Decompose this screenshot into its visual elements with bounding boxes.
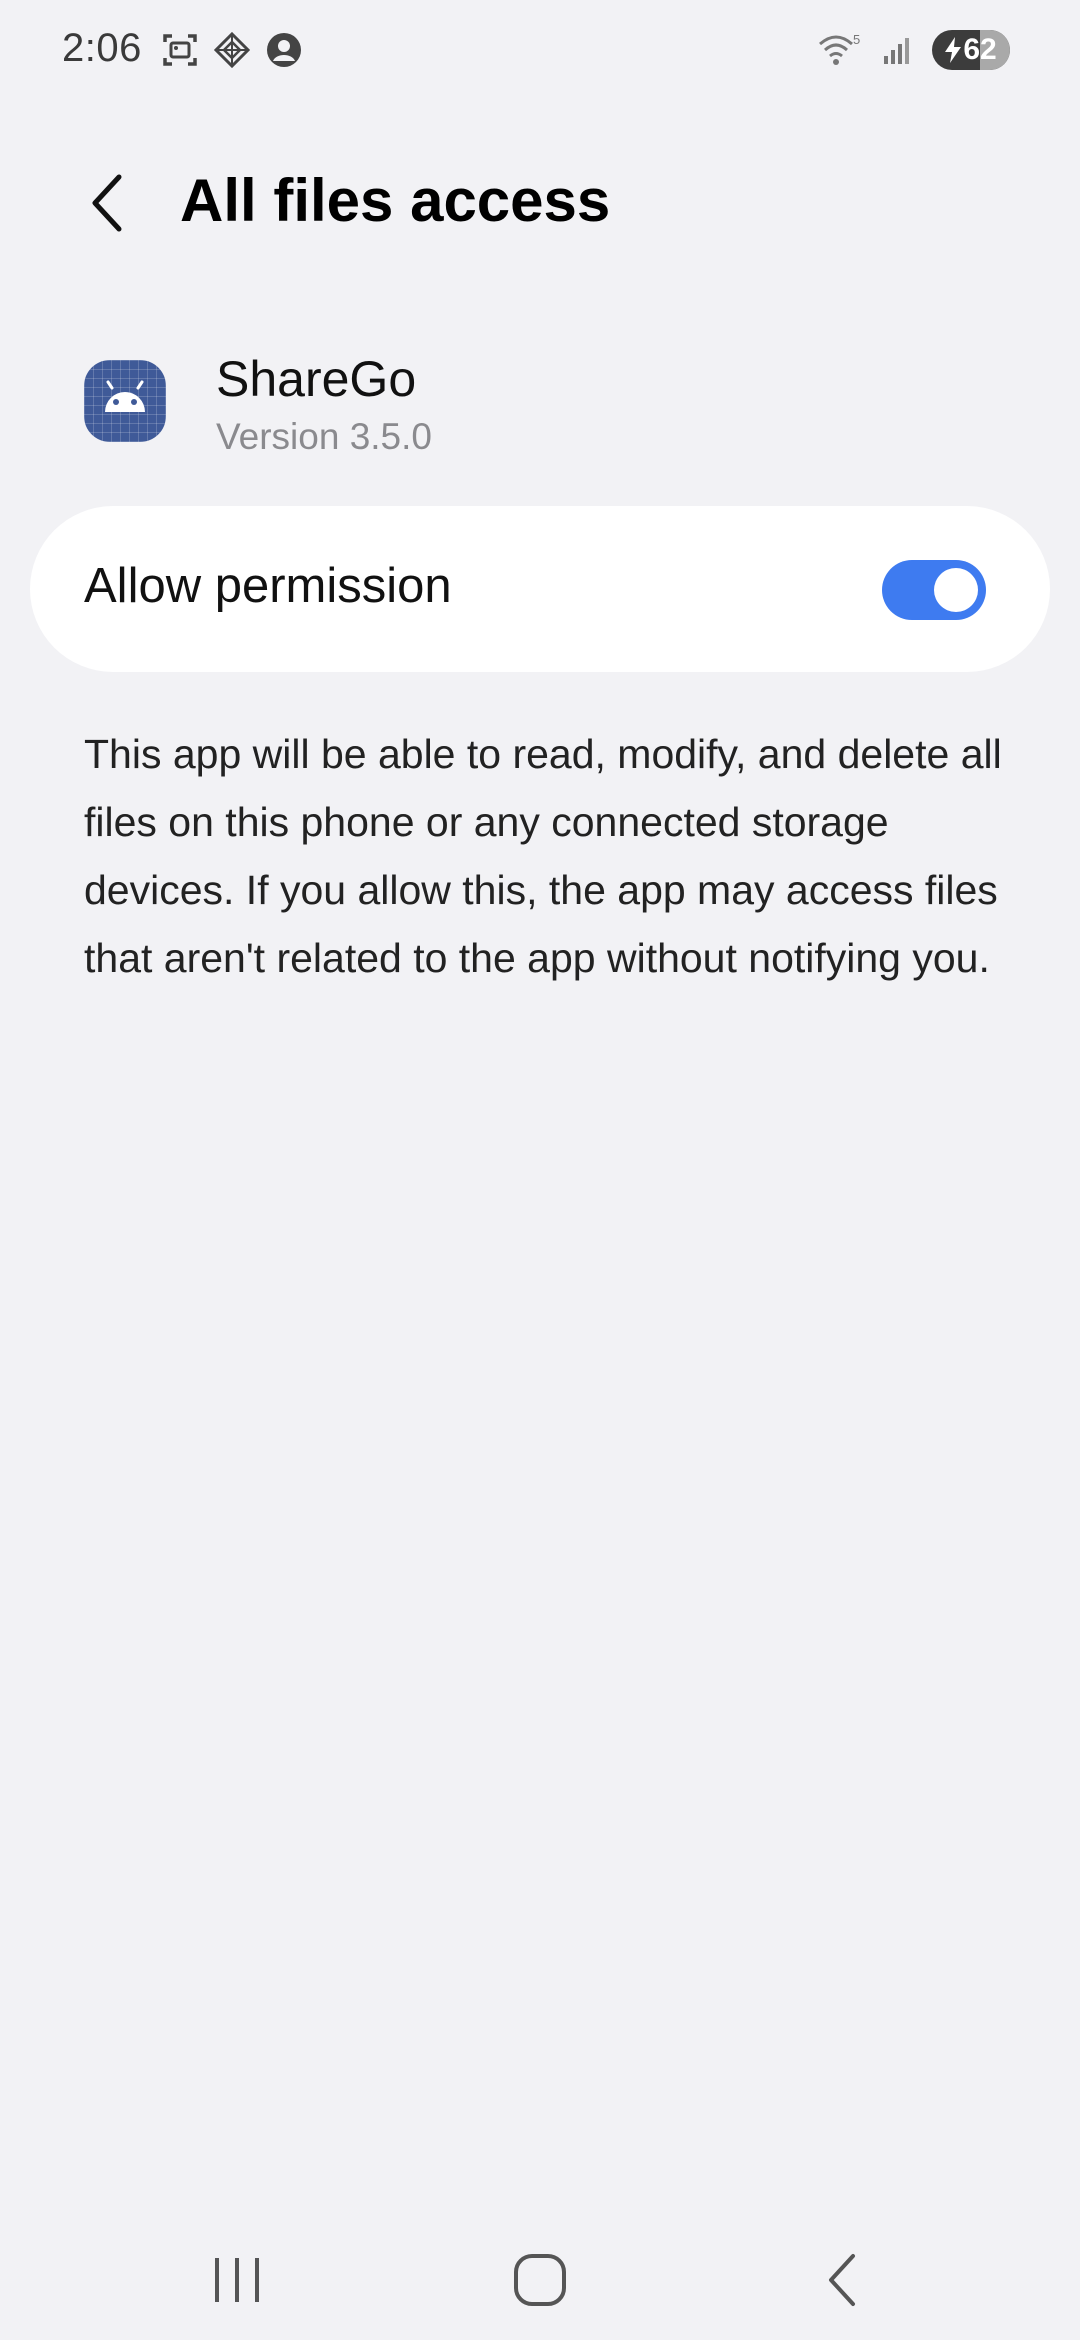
vpn-diamond-icon <box>212 30 252 70</box>
permission-label: Allow permission <box>84 559 452 613</box>
battery-indicator: 62 <box>932 30 1010 70</box>
app-info: ShareGo Version 3.5.0 <box>0 340 1080 480</box>
toggle-knob <box>934 568 978 612</box>
permission-toggle[interactable] <box>882 560 986 620</box>
permission-description: This app will be able to read, modify, a… <box>84 731 1002 981</box>
status-time: 2:06 <box>62 26 142 70</box>
home-icon <box>514 2254 566 2306</box>
app-version: Version 3.5.0 <box>216 416 432 457</box>
status-bar: 2:06 5 62 <box>0 0 1080 105</box>
app-icon <box>84 360 166 442</box>
recents-icon <box>215 2258 259 2302</box>
back-button[interactable] <box>72 168 142 238</box>
nav-back-button[interactable] <box>803 2240 883 2320</box>
allow-permission-row[interactable]: Allow permission <box>30 506 1050 672</box>
chevron-left-icon <box>92 174 122 232</box>
recents-button[interactable] <box>197 2240 277 2320</box>
page-title: All files access <box>180 167 611 234</box>
screenshot-icon <box>160 30 200 70</box>
app-name: ShareGo <box>216 351 417 407</box>
wifi-label: 5 <box>853 32 860 47</box>
home-button[interactable] <box>500 2240 580 2320</box>
status-icons-left <box>160 30 304 70</box>
header: All files access <box>0 150 1080 260</box>
charging-icon <box>945 37 962 63</box>
status-icons-right: 5 62 <box>818 30 1010 70</box>
back-icon <box>829 2254 855 2306</box>
navigation-bar <box>0 2220 1080 2340</box>
signal-icon <box>878 30 918 70</box>
android-icon <box>105 380 145 412</box>
wifi-icon: 5 <box>818 30 864 70</box>
account-icon <box>264 30 304 70</box>
battery-level: 62 <box>963 33 997 66</box>
